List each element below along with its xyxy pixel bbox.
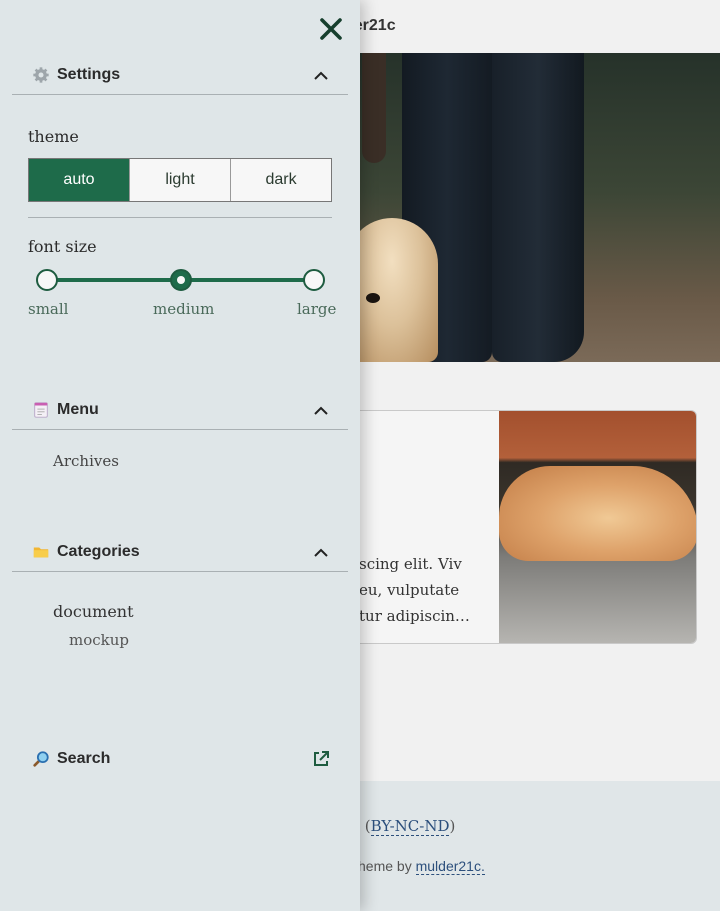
author-link[interactable]: mulder21c. xyxy=(415,858,485,875)
theme-selector: auto light dark xyxy=(28,158,332,202)
categories-title: Categories xyxy=(57,543,140,560)
theme-option-light[interactable]: light xyxy=(130,159,231,201)
post-excerpt: scing elit. Viv eu, vulputate tur adipis… xyxy=(359,555,470,625)
theme-label: theme xyxy=(28,127,79,146)
theme-credit: heme by mulder21c. xyxy=(358,858,485,875)
search-title: Search xyxy=(57,750,111,767)
categories-header[interactable]: Categories xyxy=(12,532,348,572)
external-link-icon[interactable] xyxy=(312,750,330,768)
post-card[interactable]: scing elit. Viv eu, vulputate tur adipis… xyxy=(330,410,697,644)
category-mockup[interactable]: mockup xyxy=(69,631,129,649)
chevron-up-icon[interactable] xyxy=(312,402,330,420)
font-size-stop-large[interactable] xyxy=(303,269,325,291)
chevron-up-icon[interactable] xyxy=(312,67,330,85)
settings-title: Settings xyxy=(57,66,121,83)
font-size-stop-small[interactable] xyxy=(36,269,58,291)
settings-header[interactable]: Settings xyxy=(12,55,348,95)
chevron-up-icon[interactable] xyxy=(312,544,330,562)
menu-item-archives[interactable]: Archives xyxy=(53,452,119,470)
close-icon[interactable] xyxy=(317,15,345,43)
theme-option-dark[interactable]: dark xyxy=(231,159,331,201)
font-size-small-label: small xyxy=(28,300,69,318)
gear-icon xyxy=(33,67,49,83)
divider xyxy=(28,217,332,218)
font-size-large-label: large xyxy=(297,300,337,318)
theme-option-auto[interactable]: auto xyxy=(29,159,130,201)
font-size-label: font size xyxy=(28,237,97,256)
font-size-medium-label: medium xyxy=(153,300,215,318)
menu-title: Menu xyxy=(57,401,99,418)
notepad-icon xyxy=(34,402,48,418)
search-header[interactable]: Search xyxy=(12,739,348,779)
sidebar-panel: Settings theme auto light dark font size… xyxy=(0,0,360,911)
font-size-stop-medium[interactable] xyxy=(170,269,192,291)
folder-icon xyxy=(33,547,49,558)
category-document[interactable]: document xyxy=(53,602,134,621)
menu-header[interactable]: Menu xyxy=(12,390,348,430)
magnifier-icon xyxy=(33,751,49,767)
license-link[interactable]: BY-NC-ND xyxy=(370,817,450,836)
post-thumbnail xyxy=(499,411,696,643)
